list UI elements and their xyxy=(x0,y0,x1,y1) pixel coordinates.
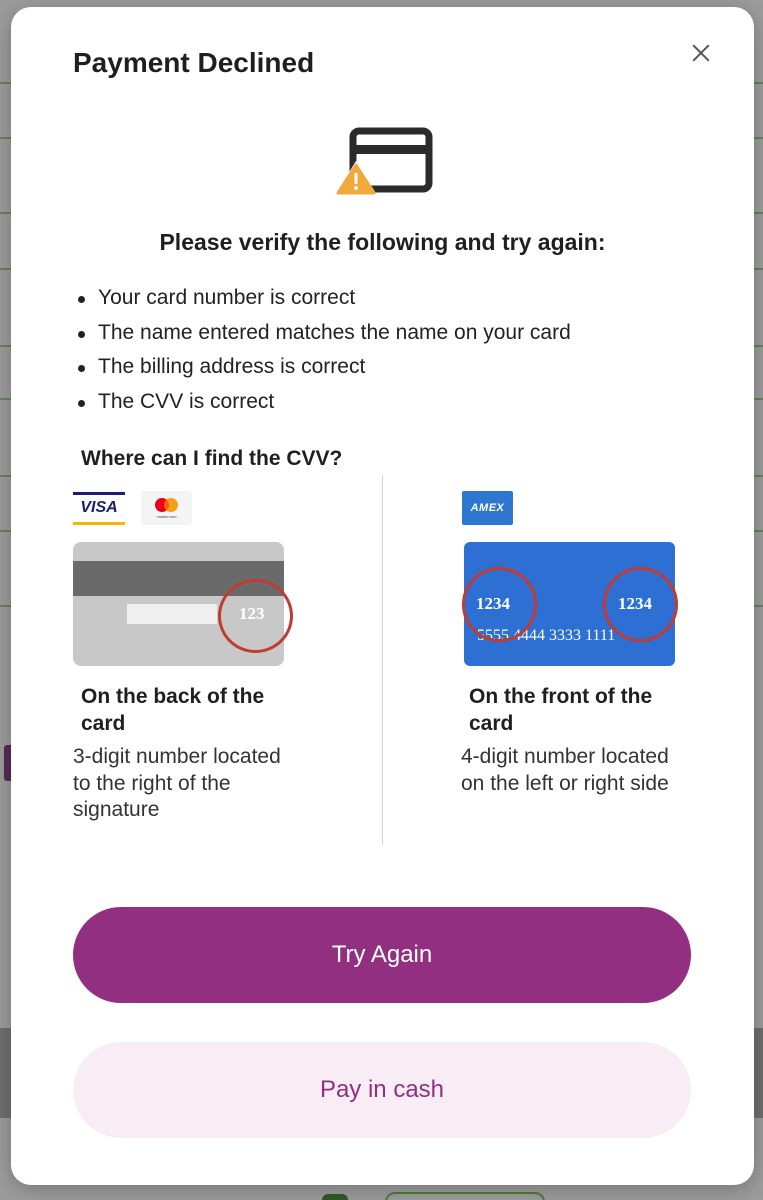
back-card-description: 3-digit number located to the right of t… xyxy=(73,745,281,821)
checklist-item: The CVV is correct xyxy=(74,385,571,420)
cvv-highlight-ring xyxy=(218,579,293,653)
cvv-highlight-ring xyxy=(603,567,678,642)
payment-declined-modal: Payment Declined Please verify the follo… xyxy=(11,7,754,1185)
bg-bottom-icon xyxy=(322,1194,348,1200)
card-back-illustration: 123 xyxy=(73,542,293,666)
amex-logo: AMEX xyxy=(462,491,513,525)
verification-checklist: Your card number is correct The name ent… xyxy=(74,281,571,419)
modal-title: Payment Declined xyxy=(73,47,315,78)
signature-strip xyxy=(127,604,217,624)
column-divider xyxy=(382,475,383,845)
front-card-description: 4-digit number located on the left or ri… xyxy=(461,745,669,795)
checklist-item: Your card number is correct xyxy=(74,281,571,316)
mastercard-wordmark: mastercard xyxy=(156,514,176,519)
mastercard-logo: mastercard xyxy=(141,491,192,525)
close-icon[interactable] xyxy=(687,39,715,67)
try-again-button[interactable]: Try Again xyxy=(73,907,691,1003)
visa-logo: VISA xyxy=(73,492,125,525)
front-card-title: On the front of the card xyxy=(469,685,653,735)
back-card-title: On the back of the card xyxy=(81,685,265,735)
cvv-question: Where can I find the CVV? xyxy=(81,447,343,470)
pay-in-cash-button[interactable]: Pay in cash xyxy=(73,1042,691,1138)
cvv-highlight-ring xyxy=(462,567,537,642)
card-warning-icon xyxy=(335,127,433,195)
card-front-illustration: 1234 1234 5555 4444 3333 1111 xyxy=(462,542,678,666)
bg-bottom-button xyxy=(385,1192,545,1200)
checklist-item: The billing address is correct xyxy=(74,350,571,385)
checklist-item: The name entered matches the name on you… xyxy=(74,316,571,351)
verify-headline: Please verify the following and try agai… xyxy=(159,229,606,255)
